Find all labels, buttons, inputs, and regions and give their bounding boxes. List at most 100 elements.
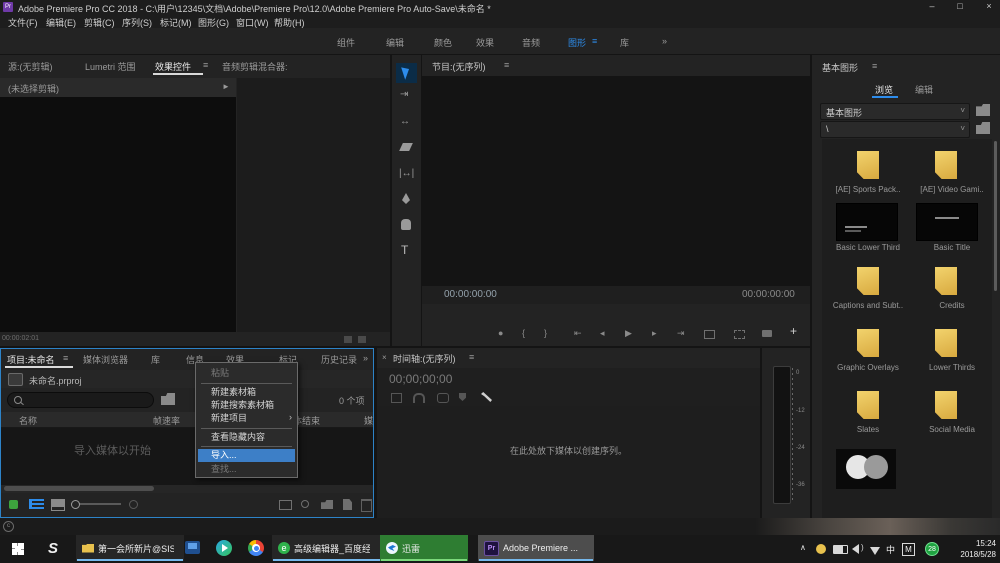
type-tool-icon[interactable]: T	[401, 243, 408, 257]
timeline-drop-area[interactable]: 在此处放下媒体以创建序列。	[377, 406, 760, 518]
template-folder-icon[interactable]	[857, 391, 879, 419]
template-folder-icon[interactable]	[857, 329, 879, 357]
ime-indicator[interactable]: 中	[886, 543, 895, 556]
zoom-slider-knob[interactable]	[71, 500, 80, 509]
chrome-icon[interactable]	[248, 540, 264, 556]
project-hscrollbar-thumb[interactable]	[4, 486, 154, 491]
project-hscrollbar-track[interactable]	[1, 485, 373, 493]
add-marker-icon[interactable]: ●	[498, 328, 503, 338]
workspace-tab-editing[interactable]: 编辑	[386, 36, 404, 49]
maximize-button[interactable]: □	[948, 1, 972, 11]
project-file-name[interactable]: 未命名.prproj	[29, 374, 82, 387]
mark-out-icon[interactable]: }	[544, 328, 547, 338]
expand-arrow-icon[interactable]: ►	[222, 82, 230, 91]
taskbar-app-xunlei[interactable]: 迅雷	[380, 535, 468, 561]
tile-label[interactable]: Basic Title	[912, 243, 992, 252]
linked-selection-icon[interactable]	[437, 393, 449, 403]
tab-lumetri-scopes[interactable]: Lumetri 范围	[85, 60, 136, 73]
speaker-icon[interactable]	[852, 544, 859, 554]
graphics-path-dropdown[interactable]: \ ˅	[820, 121, 970, 138]
search-input[interactable]	[7, 392, 154, 408]
tab-edit[interactable]: 编辑	[915, 83, 933, 96]
date-badge-icon[interactable]: 28	[925, 542, 939, 556]
tab-history[interactable]: 历史记录	[321, 353, 357, 366]
tab-effect-controls[interactable]: 效果控件	[155, 60, 191, 73]
tile-label[interactable]: Graphic Overlays	[824, 363, 912, 372]
template-thumbnail-partial[interactable]	[836, 449, 896, 489]
workspace-tab-graphics[interactable]: 图形	[568, 36, 586, 49]
taskbar-app-folder[interactable]: 第一会所新片@SIS...	[76, 535, 184, 561]
ripple-edit-tool-icon[interactable]: ↔	[400, 117, 410, 127]
program-monitor-menu-icon[interactable]: ≡	[504, 60, 509, 70]
tile-label[interactable]: Slates	[824, 425, 912, 434]
zoom-slider-track[interactable]	[73, 503, 121, 505]
sogou-s-logo-icon[interactable]: S	[48, 540, 58, 557]
workspace-tab-libraries[interactable]: 库	[620, 36, 629, 49]
timeline-marker-icon[interactable]	[459, 393, 466, 401]
graphics-folder-dropdown[interactable]: 基本图形 ˅	[820, 103, 970, 120]
program-monitor-title[interactable]: 节目:(无序列)	[432, 60, 486, 73]
pen-tool-icon[interactable]	[402, 193, 410, 204]
taskbar-app-premiere[interactable]: Pr Adobe Premiere ...	[478, 535, 594, 561]
m-tray-badge[interactable]: M	[902, 543, 915, 556]
timeline-title[interactable]: 时间轴:(无序列)	[393, 352, 456, 365]
essential-graphics-menu-icon[interactable]: ≡	[872, 61, 877, 71]
template-folder-icon[interactable]	[857, 267, 879, 295]
new-bin-icon[interactable]	[321, 500, 333, 509]
player-app-icon[interactable]	[216, 540, 232, 556]
project-overflow-icon[interactable]: »	[363, 353, 368, 363]
tray-chevron-icon[interactable]: ∧	[800, 543, 806, 552]
taskbar-clock[interactable]: 15:24 2018/5/28	[948, 538, 996, 560]
find-icon[interactable]	[301, 500, 309, 508]
project-writable-lock-icon[interactable]	[9, 500, 18, 509]
workspace-tab-color[interactable]: 颜色	[434, 36, 452, 49]
close-button[interactable]: ×	[978, 1, 1000, 11]
insert-overwrite-icon[interactable]	[391, 393, 402, 403]
template-thumbnail[interactable]	[916, 203, 978, 241]
hand-tool-icon[interactable]	[401, 219, 411, 230]
tab-browse[interactable]: 浏览	[875, 83, 893, 96]
slip-tool-icon[interactable]: |↔|	[399, 169, 414, 179]
tab-source-monitor[interactable]: 源:(无剪辑)	[8, 60, 53, 73]
tile-label[interactable]: [AE] Sports Pack..	[824, 185, 912, 194]
timeline-menu-icon[interactable]: ≡	[469, 352, 474, 362]
sync-folder-icon[interactable]	[976, 104, 990, 116]
tab-media-browser[interactable]: 媒体浏览器	[83, 353, 128, 366]
taskbar-app-editor[interactable]: e 高级编辑器_百度经...	[272, 535, 382, 561]
automate-to-sequence-icon[interactable]	[279, 500, 292, 510]
battery-icon[interactable]	[833, 545, 848, 554]
workspace-overflow-icon[interactable]: »	[662, 36, 667, 46]
razor-tool-icon[interactable]	[399, 143, 413, 151]
menu-item-new-item[interactable]: 新建项目	[198, 412, 295, 425]
tile-label[interactable]: Lower Thirds	[912, 363, 992, 372]
tile-label[interactable]: Captions and Subt..	[824, 301, 912, 310]
tile-label[interactable]: Credits	[912, 301, 992, 310]
button-editor-plus-icon[interactable]: +	[790, 324, 797, 338]
template-folder-icon[interactable]	[935, 329, 957, 357]
play-button-icon[interactable]: ▶	[625, 328, 632, 339]
workspace-tab-effects[interactable]: 效果	[476, 36, 494, 49]
menu-item-import[interactable]: 导入...	[198, 449, 295, 462]
folder-icon[interactable]	[976, 122, 990, 134]
column-name[interactable]: 名称	[19, 414, 37, 427]
tile-label[interactable]: [AE] Video Gami..	[912, 185, 992, 194]
list-view-icon[interactable]	[29, 499, 44, 509]
blue-app-icon[interactable]	[185, 541, 200, 554]
tile-label[interactable]: Basic Lower Third	[824, 243, 912, 252]
essential-graphics-title[interactable]: 基本图形	[822, 61, 858, 74]
workspace-tab-audio[interactable]: 音频	[522, 36, 540, 49]
workspace-graphics-menu-icon[interactable]: ≡	[592, 36, 597, 46]
track-select-forward-tool-icon[interactable]: ⇥	[400, 90, 408, 100]
program-current-timecode[interactable]: 00:00:00:00	[444, 289, 497, 300]
tab-project[interactable]: 项目:未命名	[7, 353, 55, 366]
effect-controls-menu-icon[interactable]: ≡	[203, 60, 208, 70]
go-to-out-icon[interactable]: ⇥	[677, 328, 685, 339]
playback-icon[interactable]	[344, 336, 352, 343]
menu-item-new-bin[interactable]: 新建素材箱	[198, 386, 295, 399]
graphics-scrollbar[interactable]	[994, 141, 997, 291]
clip-selector-row[interactable]: (未选择剪辑) ►	[0, 78, 236, 97]
extract-icon[interactable]	[734, 330, 745, 339]
step-back-icon[interactable]: ◂	[600, 328, 605, 339]
clear-trash-icon[interactable]	[361, 499, 372, 512]
snap-magnet-icon[interactable]	[413, 393, 425, 403]
